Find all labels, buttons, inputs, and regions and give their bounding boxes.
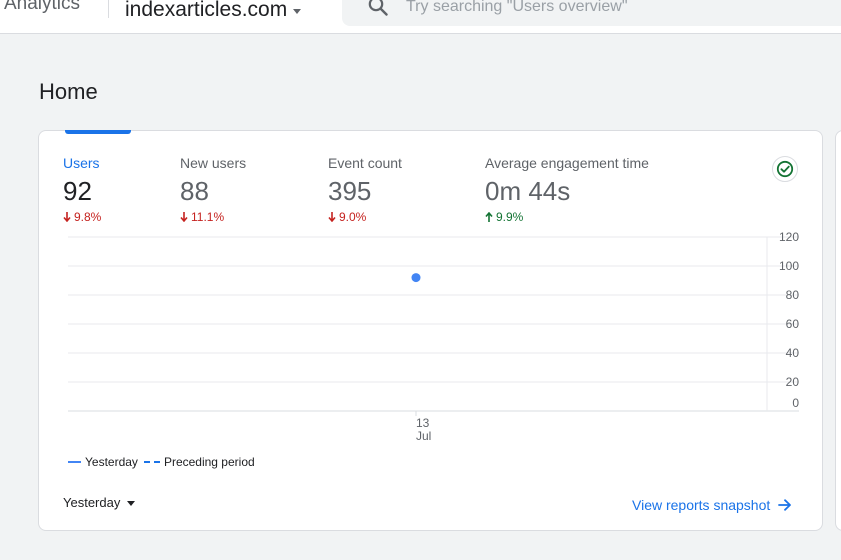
y-tick-label: 80	[786, 288, 800, 302]
legend-item-current: Yesterday	[68, 455, 138, 469]
overview-card: Users 92 9.8% New users 88 11.1% Event c…	[38, 130, 823, 531]
y-tick-label: 20	[786, 375, 800, 389]
date-range-label: Yesterday	[63, 495, 121, 510]
x-tick-label-month: Jul	[416, 429, 431, 443]
chart-legend: Yesterday Preceding period	[68, 455, 261, 469]
app-name: Analytics	[4, 0, 81, 14]
search-icon[interactable]	[366, 0, 390, 18]
search-input[interactable]	[404, 0, 828, 20]
y-tick-label: 60	[786, 317, 800, 331]
chevron-down-icon	[127, 501, 136, 506]
chevron-down-icon	[293, 8, 302, 14]
users-chart: 0 20 40 60 80 100 120 13Jul	[68, 230, 800, 443]
view-reports-snapshot-link[interactable]: View reports snapshot	[632, 497, 792, 513]
page-title: Home	[39, 79, 98, 104]
top-bar: Analytics indexarticles.com	[0, 0, 841, 34]
y-tick-label: 40	[786, 346, 800, 360]
date-range-selector[interactable]: Yesterday	[63, 495, 136, 510]
legend-label: Yesterday	[85, 455, 138, 469]
x-tick-label-day: 13	[416, 416, 430, 430]
legend-swatch-solid	[68, 461, 81, 463]
snapshot-link-label: View reports snapshot	[632, 497, 771, 513]
y-tick-label: 0	[792, 396, 799, 410]
adjacent-card	[835, 130, 841, 531]
legend-swatch-dashed	[143, 461, 160, 463]
legend-label: Preceding period	[163, 455, 255, 469]
arrow-right-icon	[778, 499, 792, 511]
y-tick-label: 100	[779, 259, 799, 273]
y-tick-label: 120	[779, 230, 799, 244]
property-selector[interactable]: indexarticles.com	[125, 0, 302, 26]
property-name: indexarticles.com	[125, 0, 288, 21]
legend-item-previous: Preceding period	[143, 455, 255, 469]
search-box[interactable]	[342, 0, 841, 26]
header-divider	[108, 0, 109, 18]
data-point	[411, 273, 421, 283]
